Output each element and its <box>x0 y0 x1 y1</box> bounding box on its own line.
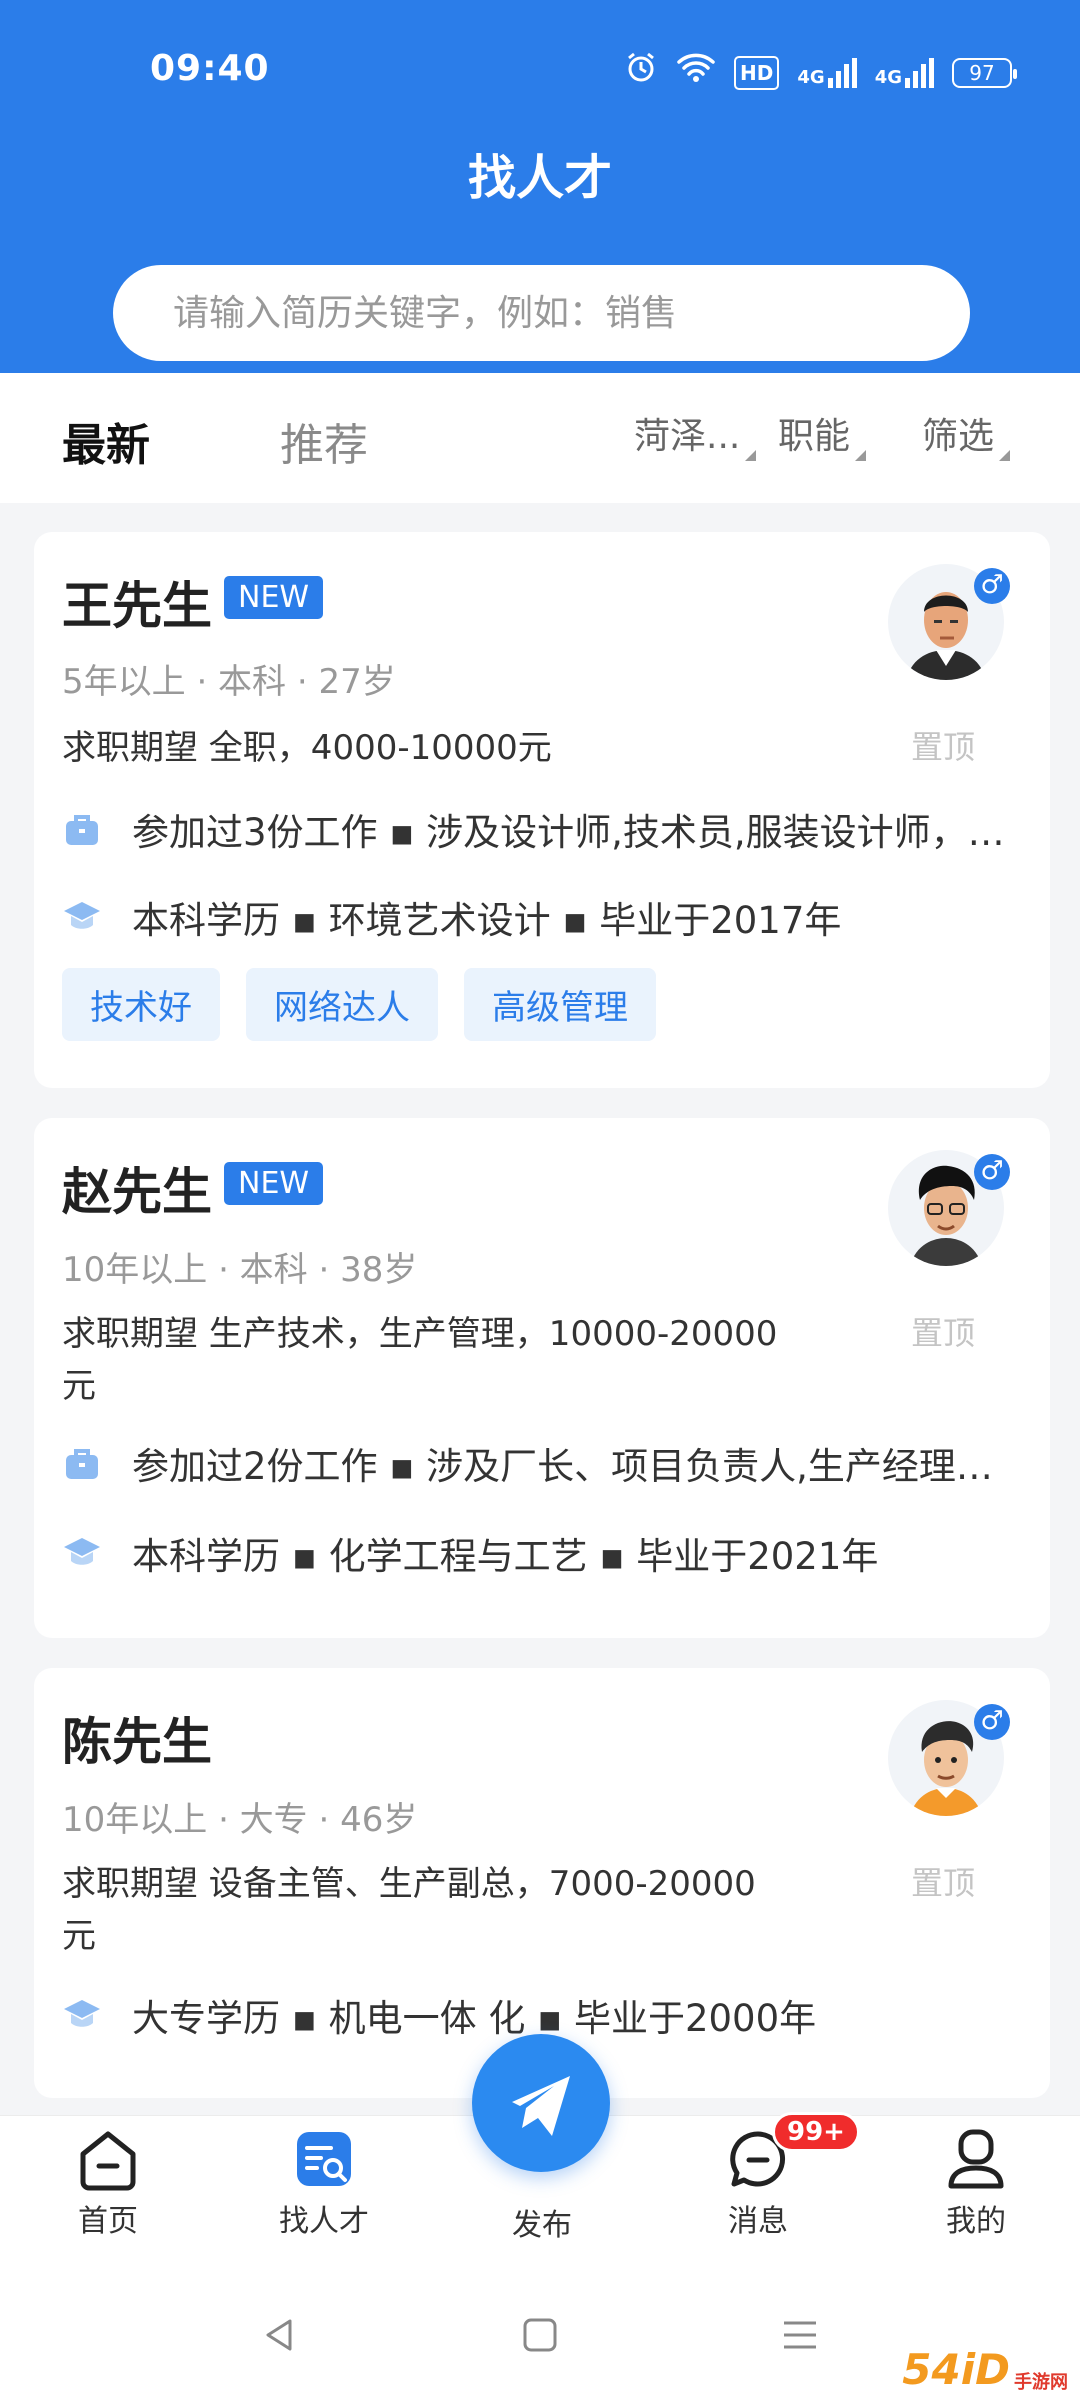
filter-function[interactable]: 职能 <box>778 407 867 461</box>
work-experience-text: 参加过2份工作 ▪ 涉及厂长、项目负责人,生产经理等职位 <box>132 1445 1012 1488</box>
status-icons: HD 4G 4G 97 <box>624 50 1017 95</box>
network-type-label: 4G <box>797 66 825 88</box>
briefcase-icon <box>66 815 98 845</box>
battery-icon: 97 <box>952 57 1017 88</box>
candidate-meta: 10年以上 · 本科 · 38岁 <box>62 1250 418 1290</box>
nav-publish-label: 发布 <box>512 2208 572 2243</box>
signal-2-icon: 4G <box>874 57 934 88</box>
work-experience-text: 参加过3份工作 ▪ 涉及设计师,技术员,服装设计师，颜色设计师 <box>132 811 1012 854</box>
alarm-clock-icon <box>624 50 658 95</box>
watermark-main: 54iD <box>902 2345 1010 2394</box>
graduation-cap-icon <box>64 1538 100 1565</box>
graduation-cap-icon <box>64 2000 100 2027</box>
work-experience: 参加过3份工作 ▪ 涉及设计师,技术员,服装设计师，颜色设计师 <box>62 802 1042 856</box>
hd-icon: HD <box>734 55 780 90</box>
wifi-icon <box>676 51 716 94</box>
nav-find-talent[interactable]: 找人才 <box>244 2126 404 2240</box>
male-gender-icon: ♂ <box>974 1704 1010 1740</box>
page-title: 找人才 <box>467 150 612 206</box>
filter-location[interactable]: 菏泽... <box>634 407 757 461</box>
nav-find-talent-label: 找人才 <box>279 2204 369 2239</box>
nav-mine-label: 我的 <box>946 2204 1006 2239</box>
job-expectation: 求职期望 设备主管、生产副总，7000-20000元 <box>62 1864 756 1956</box>
new-badge: NEW <box>224 1162 324 1205</box>
publish-button[interactable] <box>472 2034 610 2172</box>
watermark-logo: 54iD 手游网 <box>902 2345 1068 2394</box>
search-resume-icon <box>297 2132 351 2186</box>
status-time: 09:40 <box>150 48 270 89</box>
network-type-label: 4G <box>874 66 902 88</box>
user-icon <box>948 2129 1004 2189</box>
new-badge: NEW <box>224 576 324 619</box>
filter-screen[interactable]: 筛选 <box>922 407 1011 461</box>
paper-plane-icon <box>512 2076 570 2136</box>
education-text: 本科学历 ▪ 环境艺术设计 ▪ 毕业于2017年 <box>132 899 842 942</box>
search-bar[interactable] <box>113 265 970 361</box>
search-input[interactable] <box>173 292 970 334</box>
job-expectation: 求职期望 全职，4000-10000元 <box>62 728 552 768</box>
filter-screen-label: 筛选 <box>922 416 995 457</box>
education: 本科学历 ▪ 化学工程与工艺 ▪ 毕业于2021年 <box>62 1526 1042 1580</box>
resume-card[interactable]: 赵先生 NEW 10年以上 · 本科 · 38岁 求职期望 生产技术，生产管理，… <box>34 1118 1050 1638</box>
nav-mine[interactable]: 我的 <box>896 2126 1056 2240</box>
pin-top-button[interactable]: 置顶 <box>911 1858 975 1904</box>
resume-card[interactable]: 王先生 NEW 5年以上 · 本科 · 27岁 求职期望 全职，4000-100… <box>34 532 1050 1088</box>
dropdown-triangle-icon <box>745 450 757 461</box>
skill-tag: 技术好 <box>62 968 220 1041</box>
message-count-badge: 99+ <box>772 2112 860 2152</box>
candidate-meta: 5年以上 · 本科 · 27岁 <box>62 662 396 702</box>
nav-home-label: 首页 <box>78 2204 138 2239</box>
skill-tag: 网络达人 <box>246 968 438 1041</box>
candidate-name: 赵先生 <box>62 1163 212 1221</box>
skill-tag: 高级管理 <box>464 968 656 1041</box>
work-experience: 参加过2份工作 ▪ 涉及厂长、项目负责人,生产经理等职位 <box>62 1436 1042 1490</box>
candidate-name: 陈先生 <box>62 1713 212 1771</box>
male-gender-icon: ♂ <box>974 1154 1010 1190</box>
filter-function-label: 职能 <box>778 416 851 457</box>
pin-top-button[interactable]: 置顶 <box>911 1308 975 1354</box>
candidate-name: 王先生 <box>62 577 212 635</box>
education: 本科学历 ▪ 环境艺术设计 ▪ 毕业于2017年 <box>62 890 1042 944</box>
filter-location-label: 菏泽... <box>634 416 741 457</box>
tab-latest[interactable]: 最新 <box>62 409 150 473</box>
signal-1-icon: 4G <box>797 57 857 88</box>
watermark-sub: 手游网 <box>1014 2372 1068 2393</box>
menu-icon[interactable] <box>780 2315 820 2355</box>
tab-bar: 最新 推荐 菏泽... 职能 筛选 <box>0 373 1080 503</box>
back-icon[interactable] <box>260 2315 300 2355</box>
home-icon <box>80 2131 136 2191</box>
nav-messages-label: 消息 <box>728 2204 788 2239</box>
dropdown-triangle-icon <box>855 450 867 461</box>
male-gender-icon: ♂ <box>974 568 1010 604</box>
nav-home[interactable]: 首页 <box>28 2126 188 2240</box>
briefcase-icon <box>66 1449 98 1479</box>
status-bar: 09:40 HD 4G 4G 97 <box>0 0 1080 140</box>
education-text: 本科学历 ▪ 化学工程与工艺 ▪ 毕业于2021年 <box>132 1535 879 1578</box>
dropdown-triangle-icon <box>999 450 1011 461</box>
pin-top-button[interactable]: 置顶 <box>911 722 975 768</box>
skill-tags: 技术好 网络达人 高级管理 <box>62 968 656 1041</box>
job-expectation: 求职期望 生产技术，生产管理，10000-20000元 <box>62 1314 778 1406</box>
candidate-meta: 10年以上 · 大专 · 46岁 <box>62 1800 418 1840</box>
graduation-cap-icon <box>64 902 100 929</box>
home-square-icon[interactable] <box>520 2315 560 2355</box>
tab-recommended[interactable]: 推荐 <box>280 409 368 473</box>
